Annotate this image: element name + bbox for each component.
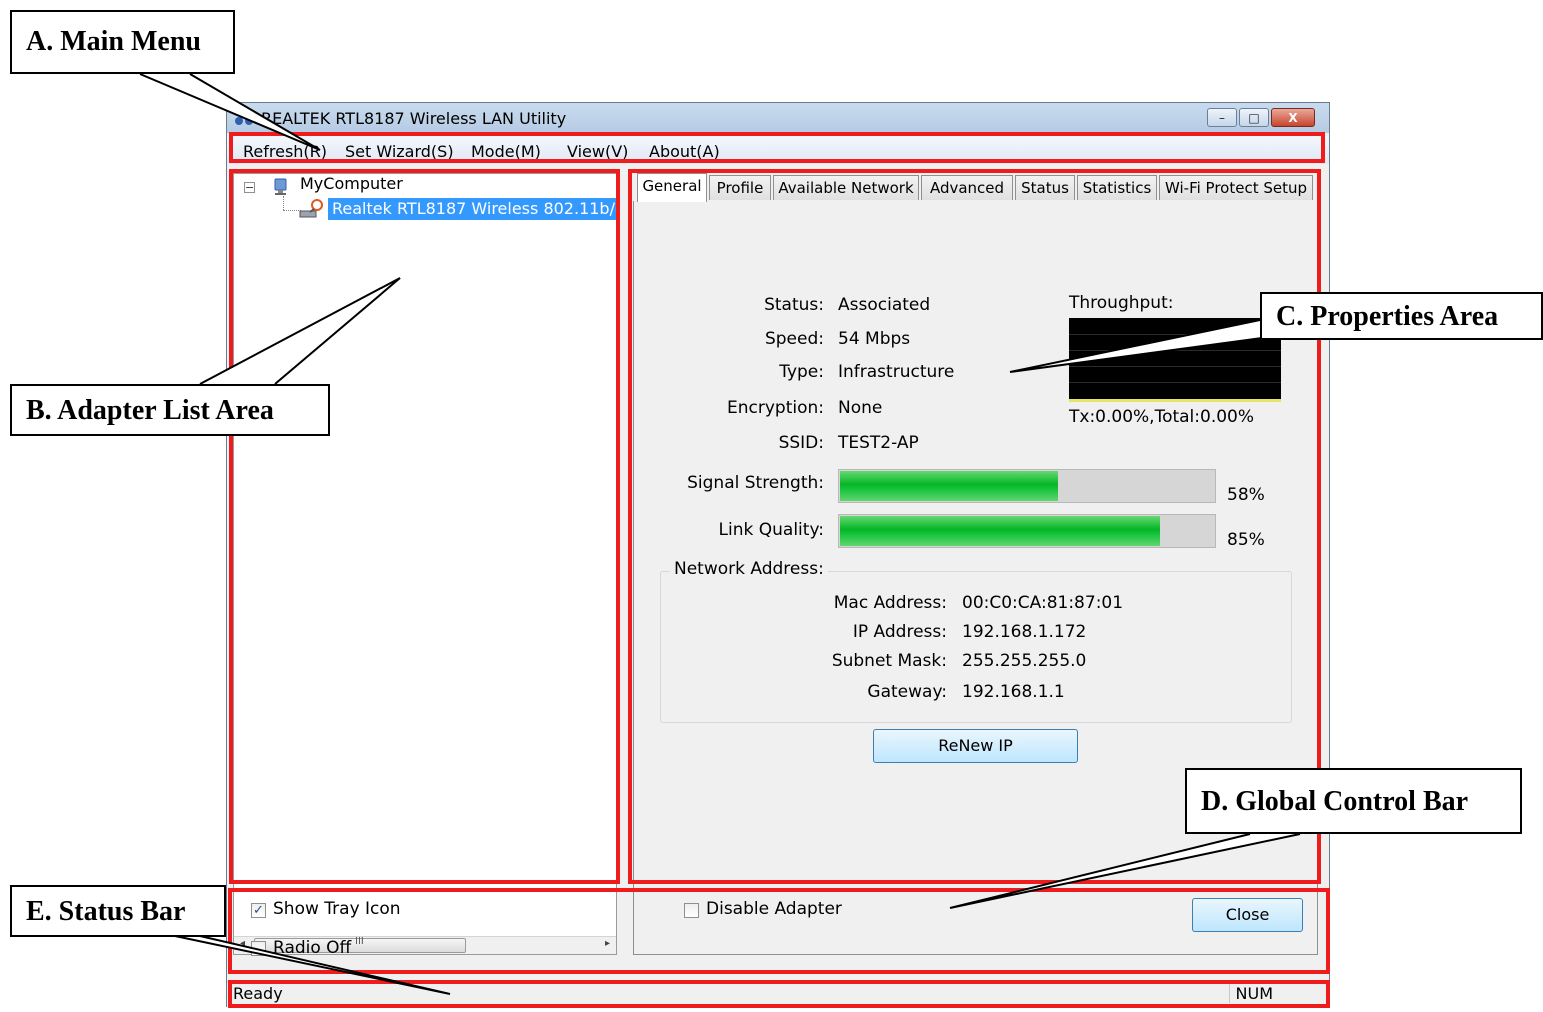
main-menu-highlight <box>229 132 1325 163</box>
wireless-app-icon <box>235 111 253 125</box>
minimize-icon: – <box>1219 111 1225 125</box>
callout-main-menu: A. Main Menu <box>10 10 235 74</box>
callout-adapter-list-area: B. Adapter List Area <box>10 384 330 436</box>
minimize-button[interactable]: – <box>1207 108 1237 127</box>
tab-general[interactable]: General <box>637 173 707 202</box>
close-icon: X <box>1288 111 1298 125</box>
callout-global-control-bar: D. Global Control Bar <box>1185 768 1522 834</box>
close-window-button[interactable]: X <box>1271 108 1315 127</box>
window-title: REALTEK RTL8187 Wireless LAN Utility <box>261 109 567 128</box>
title-bar[interactable]: REALTEK RTL8187 Wireless LAN Utility – □… <box>227 103 1329 133</box>
status-bar-highlight <box>228 980 1330 1008</box>
maximize-icon: □ <box>1248 111 1260 125</box>
callout-status-bar: E. Status Bar <box>10 885 226 937</box>
global-control-bar-highlight <box>228 888 1330 974</box>
callout-properties-area: C. Properties Area <box>1260 292 1543 340</box>
maximize-button[interactable]: □ <box>1239 108 1269 127</box>
adapter-list-highlight <box>229 169 620 884</box>
